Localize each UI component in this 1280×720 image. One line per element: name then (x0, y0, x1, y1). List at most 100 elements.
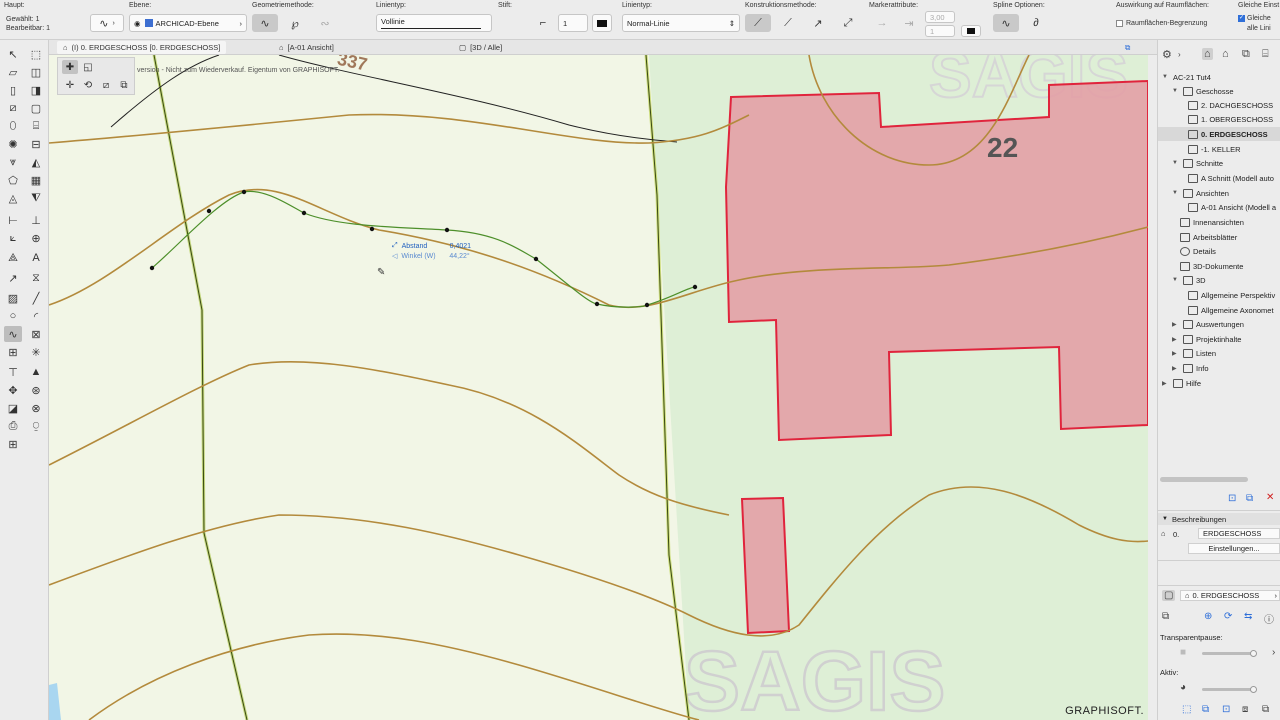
spline-node[interactable] (369, 226, 375, 232)
curtain-wall-tool[interactable]: ▦ (27, 172, 45, 188)
tree-item-info[interactable]: ▶ Info (1172, 361, 1209, 375)
tree-item-3d-dokumente[interactable]: 3D-Dokumente (1180, 259, 1243, 273)
railing-tool[interactable]: ⊟ (27, 136, 45, 152)
elevation-tool[interactable]: ▲ (27, 364, 45, 380)
arc-tool[interactable]: ◜ (27, 308, 45, 324)
story-name-field[interactable]: ERDGESCHOSS (1198, 528, 1280, 539)
transparency-slider[interactable] (1202, 652, 1256, 655)
object-tool[interactable]: ▢ (27, 100, 45, 116)
pen-icon-button[interactable]: ⌐ (534, 14, 552, 32)
layer-tool-5-icon[interactable]: ⧉ (1262, 704, 1269, 715)
level-dimension-tool[interactable]: ⊥ (27, 212, 45, 228)
tree-item-projektinhalte[interactable]: ▶ Projektinhalte (1172, 332, 1241, 346)
text-tool[interactable]: A (27, 250, 45, 266)
geometry-spline-bezier-button[interactable]: ℘ (282, 14, 308, 32)
morph-tool[interactable]: ◬ (4, 190, 22, 206)
chevron-right-icon[interactable]: › (1272, 647, 1275, 658)
interior-elevation-tool[interactable]: ✥ (4, 382, 22, 398)
tree-item-erdgeschoss[interactable]: 0. ERDGESCHOSS (1158, 127, 1280, 141)
tree-item-ansichten[interactable]: ▼ Ansichten (1172, 186, 1229, 200)
transparency-slider-knob[interactable] (1250, 650, 1257, 657)
tree-item-ansicht-a01[interactable]: A-01 Ansicht (Modell a (1188, 200, 1276, 214)
line-type-select[interactable]: Vollinie (376, 14, 492, 32)
tree-item-innenansichten[interactable]: Innenansichten (1180, 215, 1244, 229)
layer-select[interactable]: ◉ ARCHICAD-Ebene › (129, 14, 247, 32)
chevron-right-icon[interactable]: › (1178, 50, 1181, 59)
tree-item-geschosse[interactable]: ▼ Geschosse (1172, 84, 1234, 98)
clone-view-icon[interactable]: ⧉ (1246, 493, 1253, 504)
angle-value[interactable]: 44,22° (449, 253, 469, 260)
layout-book-icon[interactable]: ⧉ (1242, 48, 1250, 61)
layer-tool-4-icon[interactable]: ⧈ (1242, 704, 1248, 715)
stair-tool[interactable]: ⌸ (27, 118, 45, 134)
tab-overview-button[interactable]: ⧉ (1125, 41, 1130, 54)
arrow-tool[interactable]: ↖ (4, 46, 22, 62)
spline-option-2-button[interactable]: ∂ (1023, 14, 1049, 32)
zone-tool[interactable]: ⬠ (4, 172, 22, 188)
spline-node[interactable] (444, 227, 450, 233)
publisher-icon[interactable]: ⌸ (1262, 48, 1269, 61)
tree-item-schnitte[interactable]: ▼ Schnitte (1172, 156, 1223, 170)
tree-item-dachgeschoss[interactable]: 2. DACHGESCHOSS (1188, 98, 1273, 112)
geometry-spline-natural-button[interactable]: ∿ (252, 14, 278, 32)
column-tool[interactable]: ▯ (4, 82, 22, 98)
tree-item-schnitt-a[interactable]: A Schnitt (Modell auto (1188, 171, 1274, 185)
marker-pen-field[interactable]: 1 (925, 25, 955, 37)
geometry-freehand-button[interactable]: ∾ (312, 14, 338, 32)
settings-button[interactable]: Einstellungen... (1188, 543, 1280, 554)
project-map-icon[interactable]: ⌂ (1202, 48, 1213, 60)
slab-tool[interactable]: ⬯ (4, 118, 22, 134)
marker-size-field[interactable]: 3,00 (925, 11, 955, 23)
door-tool[interactable]: ◫ (27, 64, 45, 80)
spline-node[interactable] (241, 189, 247, 195)
active-slider[interactable] (1202, 688, 1256, 691)
marker-pen-swatch[interactable] (961, 25, 981, 37)
story-select[interactable]: ⌂ 0. ERDGESCHOSS › (1180, 590, 1280, 601)
layer-tool-2-icon[interactable]: ⧉ (1202, 704, 1209, 715)
line-category-select[interactable]: Normal-Linie ⇕ (622, 14, 740, 32)
zone-boundary-checkbox[interactable]: Raumflächen-Begrenzung (1116, 20, 1207, 27)
angle-dimension-tool[interactable]: ⊕ (27, 230, 45, 246)
change-tool[interactable]: ⊗ (27, 400, 45, 416)
pet-move-node-button[interactable]: ✚ (62, 60, 78, 74)
navigator-scrollbar[interactable] (1160, 477, 1248, 482)
drawing-tool[interactable]: ✳ (27, 344, 45, 360)
dimension-tool[interactable]: ⊢ (4, 212, 22, 228)
construct-method-2-button[interactable]: ⟋ (775, 14, 801, 32)
spline-node[interactable] (692, 284, 698, 290)
construct-method-4-button[interactable]: ⤢ (835, 14, 861, 32)
layer-combo-icon[interactable]: ▢ (1162, 590, 1176, 601)
section-tool[interactable]: ⊤ (4, 364, 22, 380)
refresh-icon[interactable]: ⟳ (1224, 611, 1232, 622)
spline-node[interactable] (206, 208, 212, 214)
spline-node[interactable] (533, 256, 539, 262)
spline-node[interactable] (301, 210, 307, 216)
grid-tool[interactable]: ⊞ (4, 436, 22, 452)
tree-item-3d[interactable]: ▼ 3D (1172, 273, 1206, 287)
active-slider-knob[interactable] (1250, 686, 1257, 693)
label-tool[interactable]: ↗ (4, 270, 22, 286)
construct-method-3-button[interactable]: ↗ (805, 14, 831, 32)
tree-item-project[interactable]: ▼ AC-21 Tut4 (1162, 70, 1211, 84)
spline-node[interactable] (644, 302, 650, 308)
navigator-menu-icon[interactable]: ⚙ (1162, 48, 1172, 61)
pen-color-swatch[interactable] (592, 14, 612, 32)
tree-item-perspektive[interactable]: Allgemeine Perspektiv (1188, 288, 1275, 302)
tree-item-arbeitsblaetter[interactable]: Arbeitsblätter (1180, 230, 1237, 244)
pet-rotate-button[interactable]: ⟲ (80, 78, 96, 92)
add-icon[interactable]: ⊕ (1204, 611, 1212, 622)
pet-copy-button[interactable]: ⧉ (116, 78, 132, 92)
marker-arrow-button[interactable]: → (869, 14, 895, 32)
figure-tool[interactable]: ⊠ (27, 326, 45, 342)
layer-tool-3-icon[interactable]: ⊡ (1222, 704, 1230, 715)
worksheet-tool[interactable]: ⊛ (27, 382, 45, 398)
spline-tool-settings-button[interactable]: ∿ › (90, 14, 124, 32)
polyline-tool[interactable]: ⧖ (27, 270, 45, 286)
drawing-canvas[interactable]: SAGIS SAGIS 22 337 ✚ ◱ ✛ ⟲ ⧄ ⧉ version -… (49, 55, 1148, 720)
beschreibungen-header[interactable]: ▼ Beschreibungen (1158, 513, 1280, 525)
tree-item-listen[interactable]: ▶ Listen (1172, 346, 1216, 360)
construct-method-1-button[interactable]: ⟋ (745, 14, 771, 32)
tree-item-hilfe[interactable]: ▶ Hilfe (1162, 376, 1201, 390)
link-icon[interactable]: ⧉ (1162, 611, 1169, 622)
tree-item-auswertungen[interactable]: ▶ Auswertungen (1172, 317, 1244, 331)
